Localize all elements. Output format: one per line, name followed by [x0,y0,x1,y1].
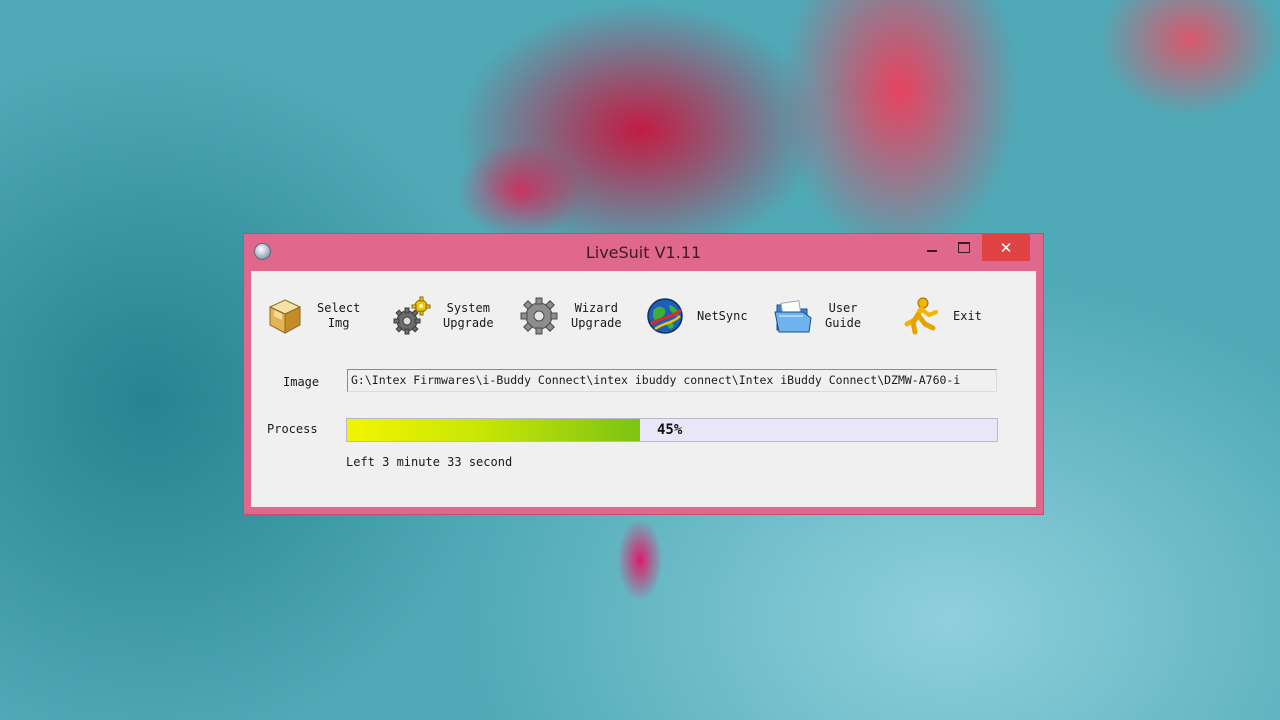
progress-bar: 45% [346,418,998,442]
minimize-icon [927,249,937,252]
maximize-button[interactable] [948,234,980,261]
minimize-button[interactable] [916,234,948,261]
title-bar[interactable]: LiveSuit V1.11 ✕ [244,234,1043,271]
time-remaining: Left 3 minute 33 second [346,455,513,469]
image-path-field[interactable]: G:\Intex Firmwares\i-Buddy Connect\intex… [347,369,997,392]
exit-label: Exit [953,308,982,323]
select-img-button[interactable]: Select Img [265,295,360,337]
progress-fill [347,419,640,441]
user-guide-folder-icon [774,300,812,333]
system-upgrade-gears-icon [393,296,431,335]
progress-percent: 45% [657,422,683,438]
system-upgrade-button[interactable]: System Upgrade [391,295,494,337]
wizard-upgrade-label: Wizard Upgrade [571,301,622,330]
close-button[interactable]: ✕ [982,234,1030,261]
wizard-upgrade-button[interactable]: Wizard Upgrade [519,295,622,337]
livesuit-window: LiveSuit V1.11 ✕ Select Img System Upgra… [243,233,1044,515]
toolbar: Select Img System Upgrade Wizard Upgrade… [265,295,1025,337]
exit-running-man-icon [904,297,938,335]
client-area: Select Img System Upgrade Wizard Upgrade… [251,271,1036,507]
user-guide-button[interactable]: User Guide [773,295,861,337]
netsync-button[interactable]: NetSync [645,295,748,337]
netsync-globe-icon [647,298,683,334]
system-upgrade-label: System Upgrade [443,301,494,330]
wizard-upgrade-gear-icon [520,297,558,335]
image-label: Image [283,375,320,389]
netsync-label: NetSync [697,308,748,323]
close-icon: ✕ [999,238,1013,257]
select-img-label: Select Img [317,301,361,330]
user-guide-label: User Guide [825,301,862,330]
select-img-cube-icon [268,299,302,334]
maximize-icon [958,242,970,253]
process-label: Process [267,422,318,436]
exit-button[interactable]: Exit [901,295,982,337]
